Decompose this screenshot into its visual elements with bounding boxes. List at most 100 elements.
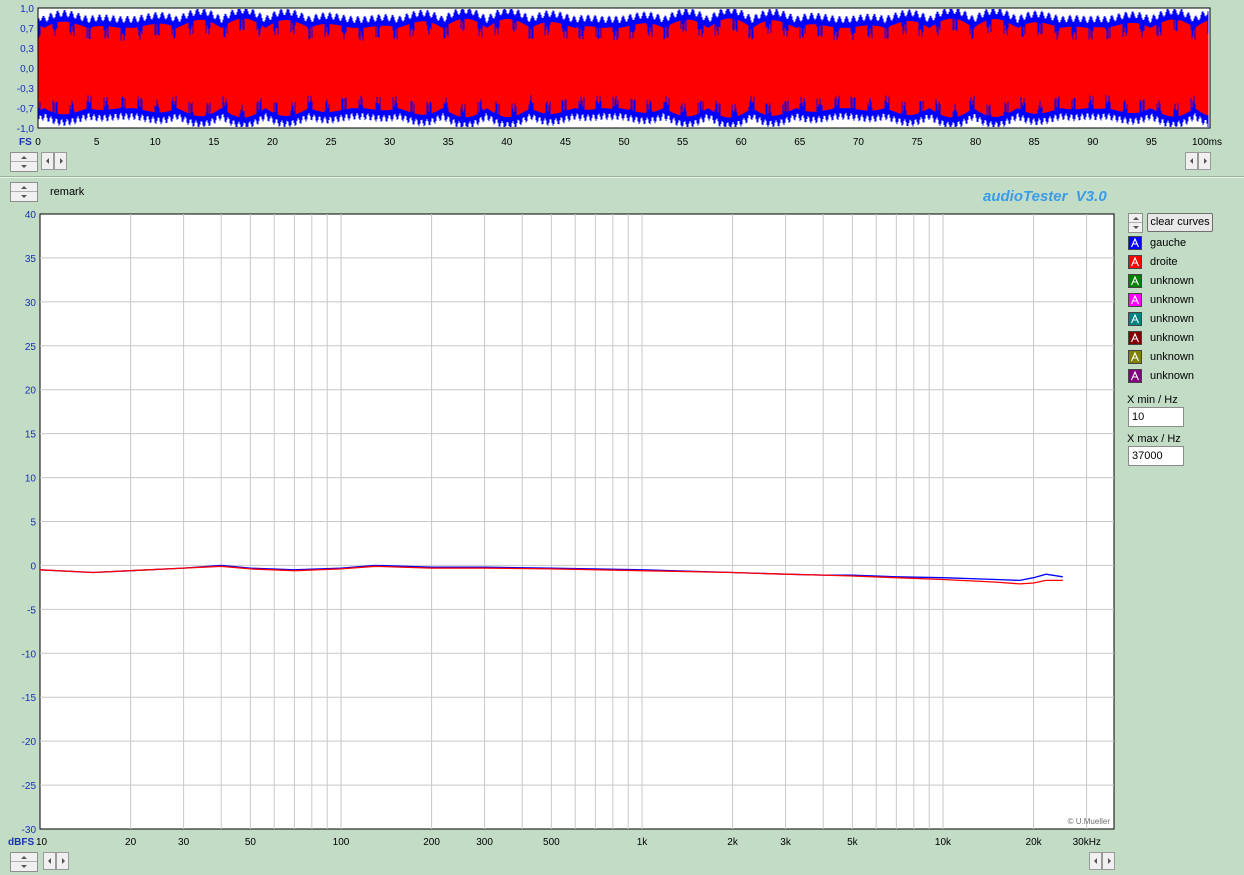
waveform-x-tick: 15 [208,137,220,148]
legend-item[interactable]: gauche [1128,235,1186,251]
freq-x-tick: 3k [780,837,792,848]
waveform-scroll-right-button[interactable] [54,152,67,170]
waveform-y-tick: -0,3 [17,84,35,95]
legend-label: unknown [1150,294,1195,306]
clear-curves-button[interactable]: clear curves [1147,213,1213,232]
freq-x-tick: 300 [476,837,493,848]
waveform-scroll-left-button[interactable] [41,152,54,170]
freq-scale-spinner[interactable] [10,852,38,872]
freq-y-tick: -25 [22,781,37,792]
freq-y-tick: 15 [25,430,37,441]
curve-color-swatch-icon[interactable] [1128,274,1142,288]
legend-label: unknown [1150,351,1195,363]
legend-label: droite [1150,256,1178,268]
freq-x-tick: 100 [333,837,350,848]
frequency-response-chart: 4035302520151050-5-10-15-20-25-3010 20 30 5… [8,210,1115,848]
arrow-left-icon [1094,858,1097,864]
legend-item[interactable]: unknown [1128,273,1194,289]
freq-x-tick: 20k [1026,837,1043,848]
waveform-x-tick: 70 [853,137,865,148]
waveform-x-tick: 85 [1029,137,1041,148]
waveform-zoom-right-button[interactable] [1198,152,1211,170]
waveform-x-tick: 95 [1146,137,1158,148]
curve-color-swatch-icon[interactable] [1128,236,1142,250]
curve-color-swatch-icon[interactable] [1128,369,1142,383]
curve-up-arrow-icon[interactable] [11,183,37,192]
arrow-right-icon [1108,858,1111,864]
freq-down-arrow-icon[interactable] [11,862,37,871]
arrow-right-icon [60,158,63,164]
waveform-y-tick: 0,3 [20,44,34,55]
freq-x-tick: 30 [178,837,190,848]
freq-zoom-left-button[interactable] [1089,852,1102,870]
freq-x-tick: 30kHz [1073,837,1101,848]
panel-splitter[interactable] [0,176,1244,178]
legend-label: unknown [1150,370,1195,382]
freq-scroll-left-button[interactable] [43,852,56,870]
waveform-channel-right [38,18,1209,118]
curve-color-swatch-icon[interactable] [1128,255,1142,269]
freq-y-tick: 20 [25,386,37,397]
waveform-x-tick: 45 [560,137,572,148]
legend-item[interactable]: unknown [1128,368,1194,384]
legend-item[interactable]: unknown [1128,330,1194,346]
waveform-y-tick: 1,0 [20,4,34,15]
waveform-x-tick: 100ms [1192,137,1222,148]
freq-y-tick: 30 [25,298,37,309]
waveform-x-tick: 5 [94,137,100,148]
legend-down-arrow-icon[interactable] [1129,223,1142,232]
freq-y-tick: 0 [30,561,36,572]
freq-y-tick: 10 [25,474,37,485]
waveform-x-tick: 60 [736,137,748,148]
legend-up-arrow-icon[interactable] [1129,214,1142,223]
freq-unit-label: dBFS [8,837,34,848]
arrow-left-icon [46,158,49,164]
xmin-label: X min / Hz [1127,394,1178,406]
remark-label: remark [50,186,85,198]
arrow-left-icon [48,858,51,864]
freq-scroll-right-button[interactable] [56,852,69,870]
waveform-y-tick: -0,7 [17,104,35,115]
waveform-x-tick: 80 [970,137,982,148]
watermark-text: © U.Mueller [1068,817,1111,826]
curve-color-swatch-icon[interactable] [1128,331,1142,345]
legend-label: gauche [1150,237,1187,249]
legend-item[interactable]: unknown [1128,311,1194,327]
waveform-scale-spinner[interactable] [10,152,38,172]
waveform-x-tick: 0 [35,137,41,148]
freq-y-tick: -20 [22,737,37,748]
freq-y-tick: -30 [22,825,37,836]
curve-color-swatch-icon[interactable] [1128,312,1142,326]
freq-y-tick: 25 [25,342,37,353]
curve-spinner[interactable] [10,182,38,202]
freq-zoom-right-button[interactable] [1102,852,1115,870]
scale-up-arrow-icon[interactable] [11,153,37,162]
xmax-input[interactable]: 37000 [1128,446,1184,466]
legend-item[interactable]: unknown [1128,349,1194,365]
waveform-zoom-left-button[interactable] [1185,152,1198,170]
legend-spinner[interactable] [1128,213,1143,233]
freq-up-arrow-icon[interactable] [11,853,37,862]
waveform-x-tick: 65 [794,137,806,148]
legend-label: unknown [1150,313,1195,325]
freq-y-tick: -15 [22,693,37,704]
freq-x-tick: 500 [543,837,560,848]
freq-x-tick: 10k [935,837,952,848]
freq-y-tick: 5 [30,518,36,529]
legend-label: unknown [1150,332,1195,344]
freq-x-tick: 1k [637,837,649,848]
xmin-input[interactable]: 10 [1128,407,1184,427]
scale-down-arrow-icon[interactable] [11,162,37,171]
curve-color-swatch-icon[interactable] [1128,350,1142,364]
freq-x-tick: 5k [847,837,859,848]
waveform-unit-label: FS [19,137,32,148]
waveform-x-tick: 20 [267,137,279,148]
arrow-right-icon [1204,158,1207,164]
legend-item[interactable]: droite [1128,254,1178,270]
waveform-x-tick: 25 [325,137,337,148]
waveform-y-tick: 0,0 [20,64,34,75]
freq-x-tick: 50 [245,837,257,848]
freq-y-tick: 40 [25,210,37,221]
curve-color-swatch-icon[interactable] [1128,293,1142,307]
legend-item[interactable]: unknown [1128,292,1194,308]
